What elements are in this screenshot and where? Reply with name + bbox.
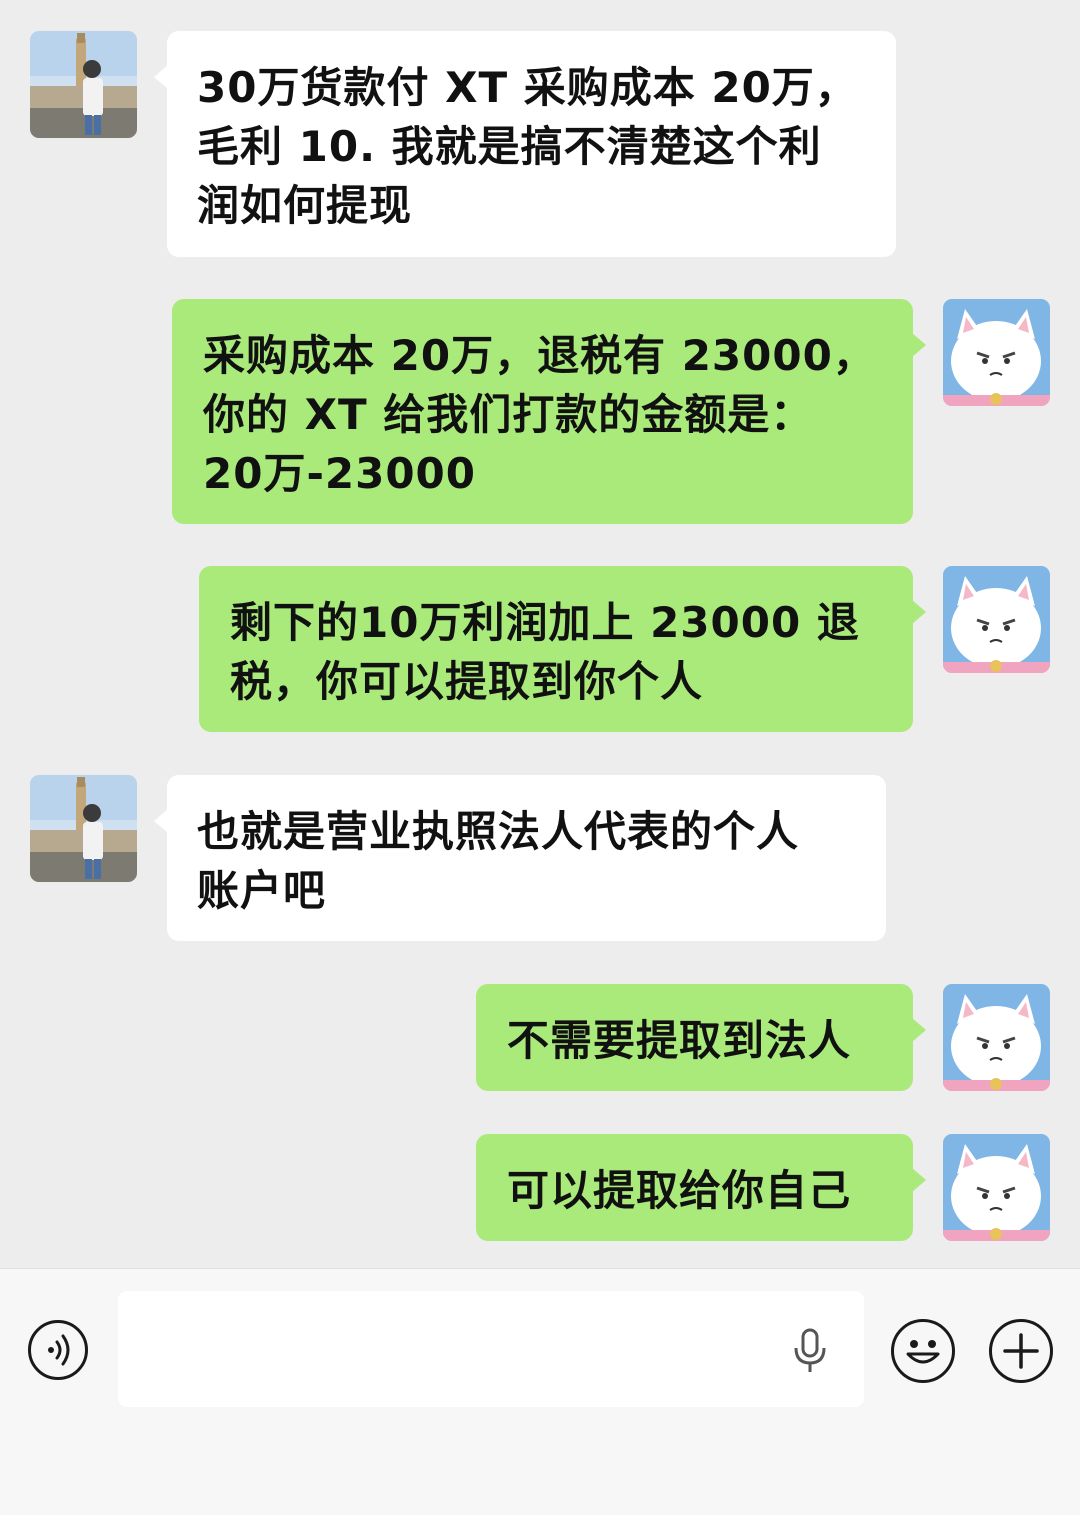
input-bar: [0, 1268, 1080, 1515]
message-bubble-outgoing[interactable]: 采购成本 20万，退税有 23000， 你的 XT 给我们打款的金额是： 20万…: [172, 299, 926, 524]
plus-icon[interactable]: [989, 1319, 1053, 1383]
message-bubble-incoming[interactable]: 也就是营业执照法人代表的个人 账户吧: [154, 775, 886, 941]
my-avatar[interactable]: [943, 299, 1050, 406]
message-bubble-outgoing[interactable]: 不需要提取到法人: [476, 984, 926, 1091]
contact-avatar[interactable]: [30, 31, 137, 138]
chat-area: 30万货款付 XT 采购成本 20万， 毛利 10. 我就是搞不清楚这个利 润如…: [0, 0, 1080, 1268]
message-input[interactable]: [118, 1291, 864, 1407]
smiley-icon[interactable]: [891, 1319, 955, 1383]
my-avatar[interactable]: [943, 984, 1050, 1091]
contact-avatar[interactable]: [30, 775, 137, 882]
message-bubble-outgoing[interactable]: 剩下的10万利润加上 23000 退 税，你可以提取到你个人: [199, 566, 926, 732]
message-bubble-incoming[interactable]: 30万货款付 XT 采购成本 20万， 毛利 10. 我就是搞不清楚这个利 润如…: [154, 31, 896, 257]
microphone-icon[interactable]: [790, 1328, 830, 1374]
my-avatar[interactable]: [943, 566, 1050, 673]
my-avatar[interactable]: [943, 1134, 1050, 1241]
message-bubble-outgoing[interactable]: 可以提取给你自己: [476, 1134, 926, 1241]
voice-wave-icon[interactable]: [28, 1320, 88, 1380]
